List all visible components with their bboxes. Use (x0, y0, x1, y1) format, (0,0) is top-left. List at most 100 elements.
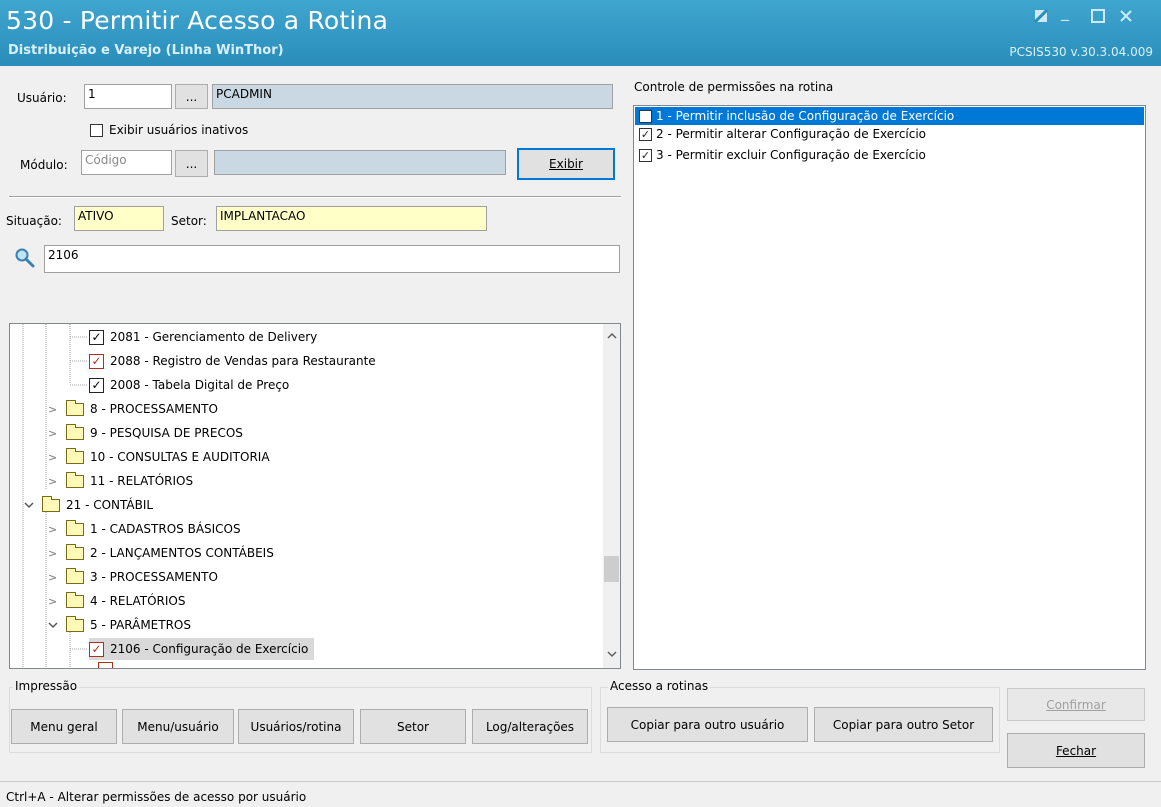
copy-to-sector-button[interactable]: Copiar para outro Setor (814, 707, 993, 742)
restore-icon[interactable] (1033, 8, 1049, 27)
tree-folder[interactable]: 5 - PARÂMETROS (48, 614, 191, 636)
chevron-down-icon[interactable] (24, 499, 36, 512)
folder-icon (66, 399, 84, 416)
print-log-button[interactable]: Log/alterações (472, 709, 588, 744)
tree-folder[interactable]: > 9 - PESQUISA DE PRECOS (48, 422, 243, 444)
permission-checkbox[interactable]: ✓ (639, 148, 652, 162)
folder-icon (66, 519, 84, 536)
tree-item[interactable]: ✓ 2081 - Gerenciamento de Delivery (89, 326, 317, 348)
folder-icon (66, 543, 84, 560)
tree-item-label: 2088 - Registro de Vendas para Restauran… (110, 354, 376, 368)
permission-label: 2 - Permitir alterar Configuração de Exe… (656, 127, 927, 141)
module-label: Módulo: (20, 158, 68, 172)
tree-folder-label: 5 - PARÂMETROS (90, 618, 191, 632)
folder-icon (66, 615, 84, 632)
tree-item-label: 2081 - Gerenciamento de Delivery (110, 330, 318, 344)
permissions-title: Controle de permissões na rotina (634, 80, 834, 94)
chevron-right-icon[interactable]: > (48, 547, 60, 560)
window-subtitle: Distribuição e Varejo (Linha WinThor) (8, 43, 284, 58)
tree-item[interactable]: ✓ 2008 - Tabela Digital de Preço (89, 374, 289, 396)
scroll-up-icon[interactable] (603, 327, 620, 344)
tree-checkbox[interactable]: ✓ (89, 353, 104, 369)
permissions-list[interactable]: 1 - Permitir inclusão de Configuração de… (633, 105, 1146, 670)
user-label: Usuário: (17, 91, 67, 105)
tree-folder-label: 21 - CONTÁBIL (66, 498, 154, 512)
tree-folder-label: 11 - RELATÓRIOS (90, 474, 194, 488)
tree-folder[interactable]: 21 - CONTÁBIL (24, 494, 153, 516)
chevron-right-icon[interactable]: > (48, 595, 60, 608)
folder-icon (66, 591, 84, 608)
chevron-right-icon[interactable]: > (48, 523, 60, 536)
print-menu-user-button[interactable]: Menu/usuário (122, 709, 234, 744)
scroll-thumb[interactable] (604, 556, 619, 582)
maximize-icon[interactable] (1091, 8, 1105, 27)
show-inactive-checkbox[interactable] (90, 124, 103, 137)
permission-item[interactable]: ✓ 3 - Permitir excluir Configuração de E… (635, 146, 1144, 164)
folder-icon (66, 447, 84, 464)
tree-checkbox[interactable]: ✓ (89, 329, 104, 345)
print-sector-button[interactable]: Setor (360, 709, 466, 744)
permission-checkbox[interactable]: ✓ (639, 127, 652, 141)
tree-folder-label: 1 - CADASTROS BÁSICOS (90, 522, 241, 536)
tree-folder-label: 3 - PROCESSAMENTO (90, 570, 218, 584)
chevron-right-icon[interactable]: > (48, 451, 60, 464)
tree-folder-label: 10 - CONSULTAS E AUDITORIA (90, 450, 270, 464)
user-browse-button[interactable]: ... (175, 84, 208, 109)
title-bar: 530 - Permitir Acesso a Rotina Distribui… (0, 0, 1161, 66)
module-browse-button[interactable]: ... (175, 150, 208, 177)
window-title: 530 - Permitir Acesso a Rotina (6, 6, 389, 35)
print-menu-general-button[interactable]: Menu geral (11, 709, 117, 744)
folder-icon (66, 423, 84, 440)
tree-scrollbar[interactable] (603, 324, 620, 668)
tree-folder[interactable]: > 10 - CONSULTAS E AUDITORIA (48, 446, 270, 468)
situation-field: ATIVO (74, 206, 164, 231)
tree-folder[interactable]: > 3 - PROCESSAMENTO (48, 566, 218, 588)
search-icon (14, 247, 36, 272)
sector-label: Setor: (171, 214, 207, 228)
tree-folder-label: 9 - PESQUISA DE PRECOS (90, 426, 243, 440)
user-code-input[interactable]: 1 (84, 84, 172, 109)
chevron-right-icon[interactable]: > (48, 571, 60, 584)
search-input[interactable]: 2106 (44, 245, 620, 273)
chevron-down-icon[interactable] (48, 619, 60, 632)
tree-item[interactable]: ✓ 2088 - Registro de Vendas para Restaur… (89, 350, 376, 372)
tree-checkbox[interactable]: ✓ (89, 641, 104, 657)
status-bar: Ctrl+A - Alterar permissões de acesso po… (0, 781, 1161, 807)
module-name-field (214, 150, 506, 175)
close-button[interactable]: Fechar (1007, 733, 1145, 768)
module-code-input[interactable]: Código (81, 150, 172, 175)
chevron-right-icon[interactable]: > (48, 403, 60, 416)
tree-folder-label: 2 - LANÇAMENTOS CONTÁBEIS (90, 546, 274, 560)
confirm-button[interactable]: Confirmar (1007, 688, 1145, 721)
permission-item[interactable]: ✓ 2 - Permitir alterar Configuração de E… (635, 125, 1144, 143)
tree-folder[interactable]: > 4 - RELATÓRIOS (48, 590, 185, 612)
print-group-title: Impressão (13, 679, 80, 693)
permission-checkbox[interactable] (639, 109, 652, 123)
tree-item-label: 2008 - Tabela Digital de Preço (110, 378, 290, 392)
minimize-icon[interactable]: _ (1061, 2, 1069, 21)
show-module-button[interactable]: Exibir (517, 148, 615, 180)
tree-folder[interactable]: > 11 - RELATÓRIOS (48, 470, 193, 492)
routine-tree[interactable]: ✓ 2081 - Gerenciamento de Delivery ✓ 208… (9, 323, 621, 669)
chevron-right-icon[interactable]: > (48, 427, 60, 440)
sector-field: IMPLANTACAO (216, 206, 487, 231)
tree-folder-label: 4 - RELATÓRIOS (90, 594, 186, 608)
print-users-routine-button[interactable]: Usuários/rotina (238, 709, 354, 744)
chevron-right-icon[interactable]: > (48, 475, 60, 488)
permission-item[interactable]: 1 - Permitir inclusão de Configuração de… (635, 107, 1144, 125)
access-group-title: Acesso a rotinas (608, 679, 711, 693)
separator (9, 196, 621, 198)
user-name-field: PCADMIN (212, 84, 613, 109)
tree-folder[interactable]: > 2 - LANÇAMENTOS CONTÁBEIS (48, 542, 274, 564)
close-icon[interactable] (1119, 8, 1133, 27)
tree-item-label: 2106 - Configuração de Exercício (110, 642, 309, 656)
tree-folder[interactable]: > 1 - CADASTROS BÁSICOS (48, 518, 241, 540)
scroll-down-icon[interactable] (603, 646, 620, 663)
copy-to-user-button[interactable]: Copiar para outro usuário (607, 707, 808, 742)
folder-icon (66, 471, 84, 488)
permission-label: 3 - Permitir excluir Configuração de Exe… (656, 148, 926, 162)
show-inactive-label: Exibir usuários inativos (109, 123, 249, 137)
tree-checkbox[interactable]: ✓ (89, 377, 104, 393)
tree-item-selected[interactable]: ✓ 2106 - Configuração de Exercício (89, 638, 315, 660)
tree-folder[interactable]: > 8 - PROCESSAMENTO (48, 398, 218, 420)
